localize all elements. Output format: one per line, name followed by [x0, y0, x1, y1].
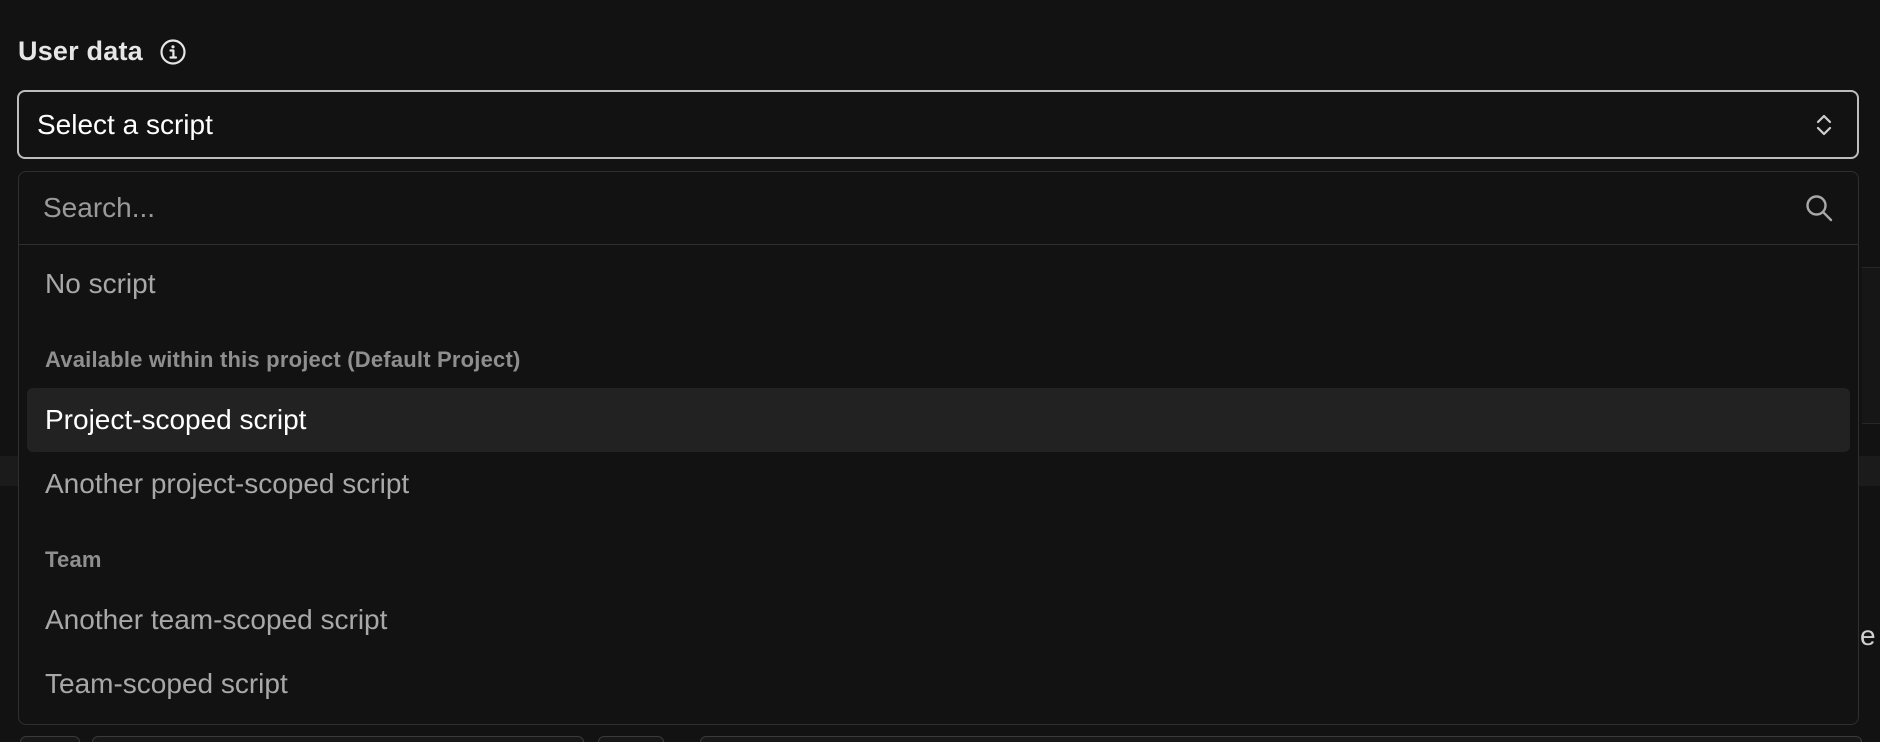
- background-controls-fragment: [0, 732, 1880, 742]
- option-project-scoped-script[interactable]: Project-scoped script: [27, 388, 1850, 452]
- info-icon[interactable]: [159, 38, 187, 66]
- option-another-project-scoped-script[interactable]: Another project-scoped script: [27, 452, 1850, 516]
- page: e User data Select a script Search... No…: [0, 0, 1880, 742]
- background-panel-fragment: [1862, 267, 1880, 424]
- search-icon: [1804, 193, 1834, 223]
- group-heading-team: Team: [45, 547, 102, 572]
- option-another-team-scoped-script[interactable]: Another team-scoped script: [27, 588, 1850, 652]
- script-select[interactable]: Select a script: [17, 90, 1859, 159]
- background-control: [92, 736, 584, 742]
- script-dropdown: No script Available within this project …: [18, 171, 1859, 725]
- chevrons-up-down-icon: [1813, 111, 1835, 139]
- background-control: [598, 736, 664, 742]
- background-control: [20, 736, 80, 742]
- user-data-label-row: User data: [18, 36, 187, 67]
- dropdown-search-row: [19, 172, 1858, 245]
- search-input[interactable]: [43, 192, 1794, 224]
- select-value: Select a script: [37, 108, 213, 140]
- background-control: [700, 736, 1862, 742]
- user-data-label: User data: [18, 36, 143, 66]
- option-no-script[interactable]: No script: [27, 252, 1850, 316]
- group-heading-project: Available within this project (Default P…: [45, 347, 521, 372]
- option-team-scoped-script[interactable]: Team-scoped script: [27, 652, 1850, 716]
- background-partial-text: e: [1860, 620, 1876, 651]
